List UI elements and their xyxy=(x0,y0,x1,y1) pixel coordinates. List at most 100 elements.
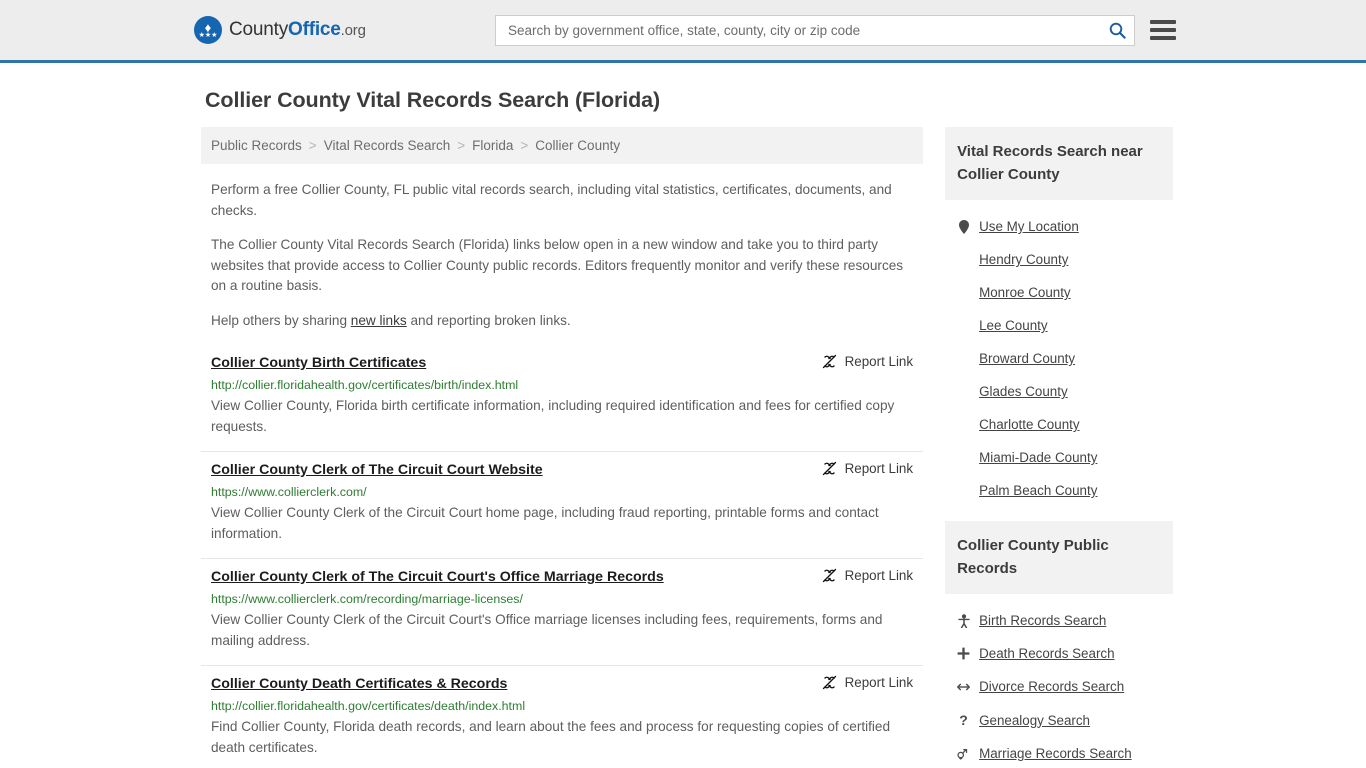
sidebar-public-records-item[interactable]: Marriage Records Search xyxy=(945,737,1173,768)
breadcrumb-item-4[interactable]: Collier County xyxy=(535,138,620,153)
double-arrow-icon xyxy=(957,682,971,692)
sidebar-nearby-label[interactable]: Broward County xyxy=(979,351,1075,366)
report-link-label: Report Link xyxy=(844,461,914,476)
result-title-link[interactable]: Collier County Birth Certificates xyxy=(211,353,426,373)
sidebar-nearby-item[interactable]: Hendry County xyxy=(945,243,1173,276)
site-header: ♦ ★★★ CountyOffice.org xyxy=(0,0,1366,63)
main-column: Public Records > Vital Records Search > Flor… xyxy=(201,127,924,768)
breadcrumb-item-2[interactable]: Vital Records Search xyxy=(324,138,451,153)
baby-icon xyxy=(957,613,970,628)
page-title: Collier County Vital Records Search (Flo… xyxy=(205,88,661,112)
map-pin-icon xyxy=(957,219,970,234)
intro-paragraph-1: Perform a free Collier County, FL public… xyxy=(211,182,892,218)
sidebar: Vital Records Search near Collier County… xyxy=(945,127,1173,768)
report-link-button[interactable]: Report Link xyxy=(822,353,913,369)
sidebar-nearby-label[interactable]: Hendry County xyxy=(979,252,1068,267)
sidebar-nearby-label[interactable]: Charlotte County xyxy=(979,417,1079,432)
broken-link-icon xyxy=(822,675,836,690)
report-link-label: Report Link xyxy=(844,568,914,583)
intro-p3-before: Help others by sharing xyxy=(211,312,351,328)
broken-link-icon xyxy=(822,461,836,476)
sidebar-public-records-label[interactable]: Death Records Search xyxy=(979,646,1114,661)
result-header: Collier County Clerk of The Circuit Cour… xyxy=(211,567,913,587)
result-item: Collier County Birth Certificates Report … xyxy=(201,345,924,452)
result-header: Collier County Clerk of The Circuit Cour… xyxy=(211,460,913,480)
report-link-button[interactable]: Report Link xyxy=(822,674,913,690)
sidebar-nearby-label[interactable]: Palm Beach County xyxy=(979,483,1097,498)
intro-paragraph-2: The Collier County Vital Records Search … xyxy=(211,237,904,293)
result-url: https://www.collierclerk.com/recording/m… xyxy=(211,592,523,606)
breadcrumb-separator: > xyxy=(457,138,466,153)
result-title-link[interactable]: Collier County Death Certificates & Reco… xyxy=(211,674,507,694)
male-female-icon xyxy=(957,747,970,760)
broken-link-icon xyxy=(822,354,836,369)
sidebar-public-records-title: Collier County Public Records xyxy=(945,521,1173,594)
result-url: https://www.collierclerk.com/ xyxy=(211,485,367,499)
sidebar-public-records-label[interactable]: Genealogy Search xyxy=(979,713,1090,728)
report-link-button[interactable]: Report Link xyxy=(822,567,913,583)
breadcrumb-item-1[interactable]: Public Records xyxy=(211,138,302,153)
sidebar-nearby-label[interactable]: Lee County xyxy=(979,318,1048,333)
intro-p3-after: and reporting broken links. xyxy=(406,312,571,328)
eagle-seal-icon: ♦ ★★★ xyxy=(194,16,222,44)
sidebar-nearby-item[interactable]: Charlotte County xyxy=(945,408,1173,441)
report-link-button[interactable]: Report Link xyxy=(822,460,913,476)
cross-icon xyxy=(957,647,970,660)
question-mark-icon: ? xyxy=(959,712,968,728)
brand-part-office: Office xyxy=(288,19,341,40)
broken-link-icon xyxy=(822,675,837,690)
page-body: Collier County Vital Records Search (Flo… xyxy=(0,63,1366,768)
sidebar-nearby-item[interactable]: Lee County xyxy=(945,309,1173,342)
result-description: View Collier County Clerk of the Circuit… xyxy=(211,612,883,648)
result-description: View Collier County, Florida birth certi… xyxy=(211,398,895,434)
result-description: Find Collier County, Florida death recor… xyxy=(211,719,891,755)
sidebar-nearby-title: Vital Records Search near Collier County xyxy=(945,127,1173,200)
search-input[interactable] xyxy=(496,22,1100,38)
brand-text: CountyOffice.org xyxy=(229,19,366,41)
result-item: Collier County Clerk of The Circuit Cour… xyxy=(201,452,924,559)
new-links-link[interactable]: new links xyxy=(351,313,407,328)
sidebar-public-records-item[interactable]: Death Records Search xyxy=(945,637,1173,670)
sidebar-public-records-item[interactable]: Birth Records Search xyxy=(945,604,1173,637)
sidebar-public-records-item[interactable]: ? Genealogy Search xyxy=(945,703,1173,737)
sidebar-nearby-label[interactable]: Glades County xyxy=(979,384,1068,399)
sidebar-nearby-label[interactable]: Monroe County xyxy=(979,285,1071,300)
sidebar-public-records-item[interactable]: Divorce Records Search xyxy=(945,670,1173,703)
sidebar-nearby-label[interactable]: Miami-Dade County xyxy=(979,450,1097,465)
content-container: Public Records > Vital Records Search > Flor… xyxy=(193,127,1173,768)
sidebar-nearby-box: Vital Records Search near Collier County… xyxy=(945,127,1173,507)
broken-link-icon xyxy=(822,461,837,476)
sidebar-public-records-label[interactable]: Birth Records Search xyxy=(979,613,1106,628)
breadcrumb-separator: > xyxy=(308,138,317,153)
breadcrumb-separator: > xyxy=(520,138,529,153)
result-description: View Collier County Clerk of the Circuit… xyxy=(211,505,879,541)
sidebar-nearby-list: Use My Location Hendry County Monroe Count… xyxy=(945,200,1173,507)
broken-link-icon xyxy=(822,354,837,369)
sidebar-nearby-item[interactable]: Broward County xyxy=(945,342,1173,375)
broken-link-icon xyxy=(822,568,836,583)
site-logo[interactable]: ♦ ★★★ CountyOffice.org xyxy=(194,16,366,44)
hamburger-menu-icon[interactable] xyxy=(1150,20,1176,40)
breadcrumb-item-3[interactable]: Florida xyxy=(472,138,513,153)
result-header: Collier County Birth Certificates Report … xyxy=(211,353,913,373)
search-icon[interactable] xyxy=(1100,16,1134,45)
sidebar-public-records-label[interactable]: Marriage Records Search xyxy=(979,746,1132,761)
result-item: Collier County Death Certificates & Reco… xyxy=(201,666,923,768)
results-list: Collier County Birth Certificates Report … xyxy=(201,345,924,768)
sidebar-nearby-item[interactable]: Use My Location xyxy=(945,210,1173,243)
sidebar-nearby-item[interactable]: Miami-Dade County xyxy=(945,441,1173,474)
sidebar-nearby-item[interactable]: Glades County xyxy=(945,375,1173,408)
intro-paragraph-3: Help others by sharing new links and rep… xyxy=(201,311,923,332)
sidebar-nearby-label[interactable]: Use My Location xyxy=(979,219,1079,234)
sidebar-public-records-list: Birth Records Search Death Records Search… xyxy=(945,594,1173,768)
result-url: http://collier.floridahealth.gov/certifi… xyxy=(211,699,526,713)
sidebar-nearby-item[interactable]: Monroe County xyxy=(945,276,1173,309)
brand-part-org: .org xyxy=(340,22,366,39)
sidebar-public-records-label[interactable]: Divorce Records Search xyxy=(979,679,1124,694)
sidebar-nearby-item[interactable]: Palm Beach County xyxy=(945,474,1173,507)
intro-text: Perform a free Collier County, FL public… xyxy=(201,180,923,331)
result-title-link[interactable]: Collier County Clerk of The Circuit Cour… xyxy=(211,460,543,480)
search-bar[interactable] xyxy=(495,14,1135,46)
result-title-link[interactable]: Collier County Clerk of The Circuit Cour… xyxy=(211,567,664,587)
report-link-label: Report Link xyxy=(844,354,914,369)
